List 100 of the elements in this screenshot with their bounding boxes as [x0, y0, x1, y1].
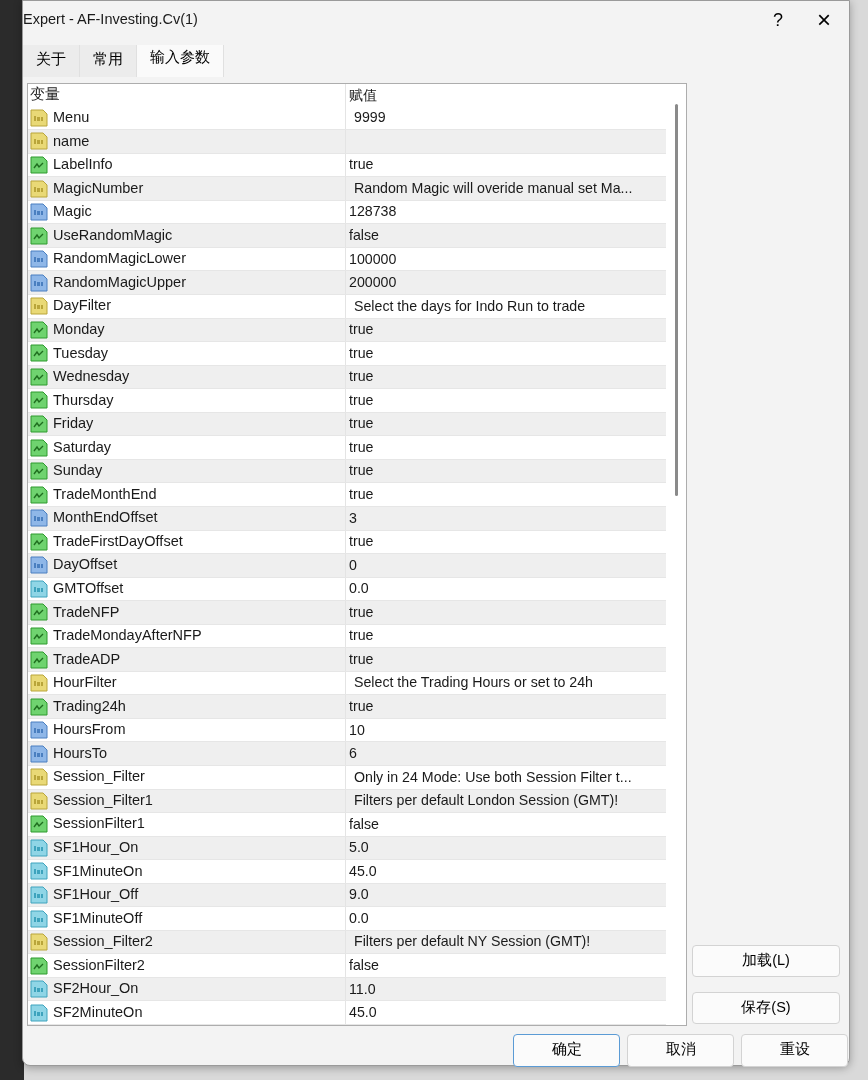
parameter-value[interactable]: true — [349, 695, 374, 718]
help-button[interactable]: ? — [755, 5, 801, 35]
parameter-value[interactable]: 11.0 — [349, 978, 376, 1000]
parameter-name: Menu — [53, 108, 90, 128]
column-header: 变量 — [30, 85, 60, 105]
parameter-value[interactable]: Filters per default London Session (GMT)! — [354, 790, 619, 812]
parameter-name: Sunday — [53, 461, 103, 481]
cancel-button[interactable]: 取消 — [627, 1033, 734, 1067]
number-icon — [30, 721, 48, 740]
boolean-icon — [30, 415, 48, 434]
parameter-value[interactable]: 9999 — [354, 107, 386, 129]
boolean-icon — [30, 603, 48, 622]
parameter-value[interactable]: true — [349, 601, 374, 624]
number-icon — [30, 509, 48, 528]
parameter-name: HoursFrom — [53, 720, 126, 740]
string-icon — [30, 674, 48, 693]
boolean-icon — [30, 320, 48, 339]
save-button[interactable]: 保存(S) — [692, 991, 840, 1024]
string-icon — [30, 933, 48, 952]
boolean-icon — [30, 815, 48, 834]
parameter-name: Thursday — [53, 390, 114, 410]
boolean-icon — [30, 344, 48, 363]
parameter-value[interactable]: true — [349, 154, 374, 176]
parameter-value[interactable]: true — [349, 366, 374, 388]
parameter-value[interactable]: Select the days for Indo Run to trade — [354, 295, 586, 317]
parameter-value[interactable]: true — [349, 413, 374, 435]
close-button[interactable]: × — [801, 1, 847, 39]
parameter-value[interactable]: true — [349, 648, 374, 671]
parameter-value[interactable]: true — [349, 436, 374, 459]
number-icon — [30, 579, 48, 598]
parameter-value[interactable]: 6 — [349, 743, 357, 765]
parameter-name: SessionFilter2 — [53, 955, 145, 975]
ok-button[interactable]: 确定 — [513, 1033, 620, 1067]
reset-button[interactable]: 重设 — [741, 1033, 848, 1067]
boolean-icon — [30, 485, 48, 504]
load-button[interactable]: 加载(L) — [692, 944, 840, 977]
number-icon — [30, 556, 48, 575]
parameter-value[interactable]: true — [349, 389, 374, 412]
parameter-value[interactable]: 3 — [349, 507, 357, 529]
string-icon — [30, 768, 48, 787]
parameter-name: Session_Filter2 — [53, 932, 153, 952]
parameter-name: UseRandomMagic — [53, 225, 173, 245]
number-icon — [30, 838, 48, 857]
parameter-value[interactable]: Select the Trading Hours or set to 24h — [354, 672, 593, 694]
boolean-icon — [30, 697, 48, 716]
string-icon — [30, 132, 48, 151]
parameter-name: SessionFilter1 — [53, 814, 145, 834]
parameter-name: SF2Hour_On — [53, 979, 139, 999]
parameter-value[interactable]: 0.0 — [349, 907, 369, 930]
parameter-name: RandomMagicLower — [53, 249, 186, 269]
tab[interactable]: 关于 — [23, 45, 80, 77]
parameter-name: LabelInfo — [53, 155, 113, 175]
tab[interactable]: 输入参数 — [137, 45, 224, 77]
parameter-value[interactable]: 128738 — [349, 201, 397, 223]
parameter-value[interactable]: Filters per default NY Session (GMT)! — [354, 931, 591, 953]
parameter-value[interactable]: true — [349, 484, 374, 506]
parameter-value[interactable]: false — [349, 225, 379, 247]
number-icon — [30, 885, 48, 904]
number-icon — [30, 203, 48, 222]
parameter-value[interactable]: true — [349, 342, 374, 365]
parameter-value[interactable]: true — [349, 531, 374, 553]
window-title: Expert - AF-Investing.Cv(1) — [23, 10, 199, 30]
scrollbar-thumb[interactable] — [674, 103, 678, 496]
parameter-name: Wednesday — [53, 367, 130, 387]
parameter-value[interactable]: true — [349, 319, 374, 341]
boolean-icon — [30, 650, 48, 669]
column-header: 赋值 — [349, 85, 377, 105]
parameter-name: Magic — [53, 202, 92, 222]
parameter-name: SF1Hour_On — [53, 838, 139, 857]
parameter-value[interactable]: false — [349, 954, 379, 977]
parameter-name: RandomMagicUpper — [53, 272, 186, 292]
tab[interactable]: 常用 — [80, 45, 137, 77]
boolean-icon — [30, 626, 48, 645]
parameter-value[interactable]: Only in 24 Mode: Use both Session Filter t... — [354, 766, 632, 788]
parameter-value[interactable]: true — [349, 625, 374, 647]
parameter-value[interactable]: false — [349, 813, 379, 835]
parameter-name: Session_Filter1 — [53, 790, 153, 810]
parameter-value[interactable]: 9.0 — [349, 884, 369, 906]
parameter-value[interactable]: 0 — [349, 554, 357, 576]
parameter-name: DayOffset — [53, 555, 118, 575]
parameter-value[interactable]: true — [349, 460, 374, 482]
number-icon — [30, 862, 48, 881]
string-icon — [30, 179, 48, 198]
number-icon — [30, 273, 48, 292]
string-icon — [30, 297, 48, 316]
parameter-value[interactable]: 100000 — [349, 248, 397, 270]
parameter-value[interactable]: 200000 — [349, 272, 397, 294]
parameter-name: TradeMonthEnd — [53, 484, 157, 504]
parameter-value[interactable]: 45.0 — [349, 1002, 377, 1024]
parameter-name: MonthEndOffset — [53, 508, 158, 528]
parameter-name: Tuesday — [53, 343, 109, 363]
parameter-value[interactable]: 5.0 — [349, 837, 369, 859]
parameter-value[interactable]: 10 — [349, 719, 365, 741]
parameter-name: Saturday — [53, 437, 112, 457]
parameter-name: SF1Hour_Off — [53, 885, 139, 905]
number-icon — [30, 744, 48, 763]
parameter-value[interactable]: 0.0 — [349, 578, 369, 600]
parameter-value[interactable]: 45.0 — [349, 860, 377, 883]
parameter-value[interactable]: Random Magic will overide manual set Ma... — [354, 177, 633, 200]
parameter-name: Trading24h — [53, 696, 126, 716]
